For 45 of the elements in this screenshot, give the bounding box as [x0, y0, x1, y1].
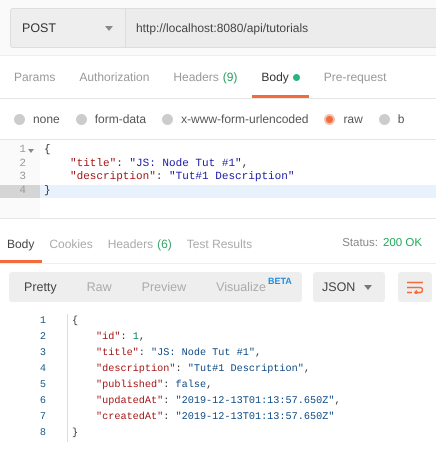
- code-line: {: [72, 316, 78, 327]
- wrap-lines-button[interactable]: [398, 272, 432, 302]
- beta-label: BETA: [268, 276, 292, 286]
- radio-option[interactable]: x-www-form-urlencoded: [162, 112, 308, 126]
- code-line: "title": "JS: Node Tut #1",: [96, 348, 262, 359]
- tab[interactable]: Body: [0, 228, 42, 263]
- line-number: 1: [38, 315, 47, 329]
- radio-option[interactable]: none: [14, 112, 60, 126]
- code-line: }: [72, 428, 78, 439]
- line-number: 2: [38, 331, 47, 345]
- line-number: 4: [38, 363, 47, 377]
- radio-button[interactable]: [324, 114, 336, 124]
- code-line: "updatedAt": "2019-12-13T01:13:57.650Z",: [96, 396, 341, 407]
- format-dropdown[interactable]: JSON: [313, 272, 385, 302]
- code-line: {: [44, 144, 51, 156]
- line-number: 4: [19, 184, 26, 198]
- code-line: "id": 1,: [96, 332, 145, 343]
- fold-caret-icon[interactable]: [28, 148, 34, 153]
- status-code: 200 OK: [383, 236, 422, 248]
- line-number: 7: [38, 411, 47, 425]
- code-line: "createdAt": "2019-12-13T01:13:57.650Z": [96, 412, 334, 423]
- line-number: 1: [19, 144, 26, 158]
- line-number: 3: [38, 347, 47, 361]
- tab[interactable]: Body: [252, 56, 309, 98]
- view-mode-tab[interactable]: Pretty: [9, 280, 72, 294]
- radio-option[interactable]: b: [378, 112, 404, 126]
- caret-icon: [364, 284, 372, 290]
- line-number: 5: [38, 379, 47, 393]
- radio-button[interactable]: [14, 114, 25, 124]
- radio-button[interactable]: [76, 114, 87, 124]
- code-line: "description": "Tut#1 Description",: [96, 364, 310, 375]
- line-number: 8: [38, 427, 47, 441]
- line-number: 6: [38, 395, 47, 409]
- radio-button[interactable]: [378, 114, 390, 124]
- code-line: "title": "JS: Node Tut #1",: [70, 158, 248, 170]
- radio-button[interactable]: [162, 114, 174, 124]
- code-line: "description": "Tut#1 Description": [70, 171, 294, 183]
- line-number: 3: [19, 171, 26, 184]
- status-label: Status:: [342, 236, 378, 248]
- wrap-lines-icon: [407, 280, 423, 294]
- line-number: 2: [19, 158, 26, 171]
- radio-option[interactable]: form-data: [76, 112, 146, 126]
- radio-option[interactable]: raw: [324, 112, 363, 126]
- code-line: "published": false,: [96, 380, 212, 391]
- code-line: }: [44, 184, 51, 196]
